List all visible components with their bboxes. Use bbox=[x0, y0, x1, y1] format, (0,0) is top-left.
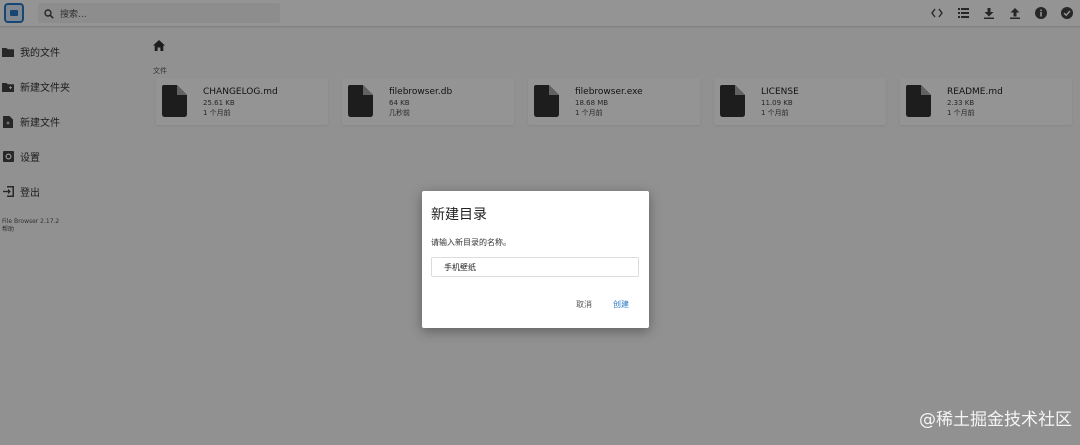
create-button[interactable]: 创建 bbox=[609, 297, 633, 312]
watermark: @稀土掘金技术社区 bbox=[919, 410, 1072, 430]
dialog-title: 新建目录 bbox=[431, 207, 487, 223]
new-directory-dialog: 新建目录 请输入新目录的名称。 取消 创建 bbox=[422, 191, 649, 328]
dialog-prompt: 请输入新目录的名称。 bbox=[431, 238, 511, 247]
cancel-button[interactable]: 取消 bbox=[572, 297, 596, 312]
directory-name-input[interactable] bbox=[431, 257, 639, 277]
